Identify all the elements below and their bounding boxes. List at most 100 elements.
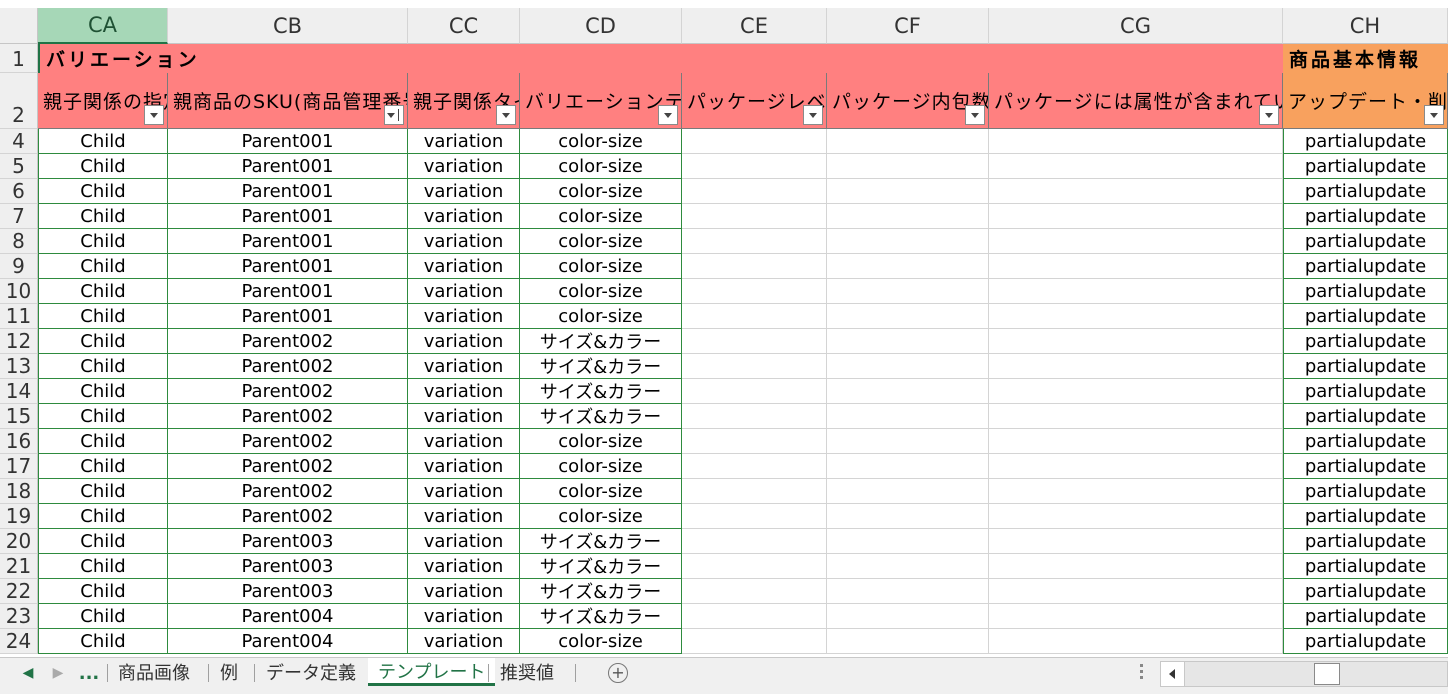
cell-cd[interactable]: color-size	[520, 279, 682, 304]
cell-ch[interactable]: partialupdate	[1283, 304, 1448, 329]
cell-cc[interactable]: variation	[408, 279, 520, 304]
cell-cf[interactable]	[827, 129, 989, 154]
row-header[interactable]: 4	[0, 129, 38, 154]
horizontal-scrollbar[interactable]	[1160, 661, 1448, 687]
cell-ca[interactable]: Child	[38, 454, 168, 479]
cell-ca[interactable]: Child	[38, 429, 168, 454]
cell-cb[interactable]: Parent002	[168, 329, 408, 354]
cell-cb[interactable]: Parent002	[168, 379, 408, 404]
tab-data-definition[interactable]: データ定義	[256, 658, 366, 686]
cell-cg[interactable]	[989, 379, 1283, 404]
cell-ca[interactable]: Child	[38, 329, 168, 354]
header-cell-variation-theme[interactable]: バリエーションテーマ	[520, 73, 682, 129]
cell-ce[interactable]	[682, 429, 827, 454]
cell-cg[interactable]	[989, 154, 1283, 179]
row-header[interactable]: 16	[0, 429, 38, 454]
cell-ch[interactable]: partialupdate	[1283, 354, 1448, 379]
row-header[interactable]: 21	[0, 554, 38, 579]
cell-cd[interactable]: サイズ&カラー	[520, 554, 682, 579]
cell-cb[interactable]: Parent002	[168, 504, 408, 529]
cell-cd[interactable]: サイズ&カラー	[520, 329, 682, 354]
column-header-cb[interactable]: CB	[168, 8, 408, 44]
cell-cd[interactable]: サイズ&カラー	[520, 604, 682, 629]
cell-cd[interactable]: サイズ&カラー	[520, 579, 682, 604]
cell-cb[interactable]: Parent004	[168, 604, 408, 629]
row-header[interactable]: 13	[0, 354, 38, 379]
cell-cb[interactable]: Parent001	[168, 179, 408, 204]
cell-cg[interactable]	[989, 254, 1283, 279]
cell-cc[interactable]: variation	[408, 229, 520, 254]
cell-cb[interactable]: Parent002	[168, 404, 408, 429]
cell-ch[interactable]: partialupdate	[1283, 229, 1448, 254]
splitter-handle-icon[interactable]	[1140, 664, 1144, 682]
cell-cf[interactable]	[827, 404, 989, 429]
cell-ce[interactable]	[682, 579, 827, 604]
cell-cc[interactable]: variation	[408, 254, 520, 279]
cell-ch[interactable]: partialupdate	[1283, 429, 1448, 454]
cell-cf[interactable]	[827, 204, 989, 229]
cell-ce[interactable]	[682, 454, 827, 479]
cell-ce[interactable]	[682, 479, 827, 504]
row-header[interactable]: 17	[0, 454, 38, 479]
more-tabs-button[interactable]: ...	[76, 658, 102, 688]
cell-cg[interactable]	[989, 129, 1283, 154]
cell-cg[interactable]	[989, 354, 1283, 379]
cell-cf[interactable]	[827, 579, 989, 604]
cell-ce[interactable]	[682, 629, 827, 654]
cell-cd[interactable]: サイズ&カラー	[520, 404, 682, 429]
cell-cb[interactable]: Parent002	[168, 479, 408, 504]
cell-ce[interactable]	[682, 554, 827, 579]
cell-ce[interactable]	[682, 529, 827, 554]
cell-cf[interactable]	[827, 329, 989, 354]
cell-cd[interactable]: サイズ&カラー	[520, 379, 682, 404]
cell-cf[interactable]	[827, 429, 989, 454]
cell-ce[interactable]	[682, 604, 827, 629]
cell-ce[interactable]	[682, 154, 827, 179]
cell-ce[interactable]	[682, 129, 827, 154]
tab-product-images[interactable]: 商品画像	[108, 658, 200, 686]
cell-cc[interactable]: variation	[408, 204, 520, 229]
cell-cb[interactable]: Parent003	[168, 579, 408, 604]
variation-section-band[interactable]: バリエーション	[38, 44, 1283, 73]
cell-cf[interactable]	[827, 379, 989, 404]
cell-ce[interactable]	[682, 254, 827, 279]
cell-cd[interactable]: color-size	[520, 479, 682, 504]
column-header-ce[interactable]: CE	[682, 8, 827, 44]
cell-cg[interactable]	[989, 529, 1283, 554]
cell-ch[interactable]: partialupdate	[1283, 254, 1448, 279]
cell-cc[interactable]: variation	[408, 554, 520, 579]
row-header[interactable]: 7	[0, 204, 38, 229]
add-sheet-icon[interactable]: +	[608, 663, 628, 683]
select-all-corner[interactable]	[0, 8, 38, 44]
cell-cc[interactable]: variation	[408, 354, 520, 379]
cell-cb[interactable]: Parent002	[168, 354, 408, 379]
row-header[interactable]: 6	[0, 179, 38, 204]
cell-cb[interactable]: Parent002	[168, 429, 408, 454]
filter-dropdown-icon[interactable]	[1424, 105, 1444, 125]
cell-cf[interactable]	[827, 604, 989, 629]
cell-cb[interactable]: Parent001	[168, 279, 408, 304]
cell-ce[interactable]	[682, 179, 827, 204]
cell-cg[interactable]	[989, 579, 1283, 604]
cell-ch[interactable]: partialupdate	[1283, 604, 1448, 629]
cell-ca[interactable]: Child	[38, 629, 168, 654]
cell-cd[interactable]: color-size	[520, 504, 682, 529]
header-cell-relationship-type[interactable]: 親子関係タイプ	[408, 73, 520, 129]
column-header-cg[interactable]: CG	[989, 8, 1283, 44]
cell-cd[interactable]: サイズ&カラー	[520, 529, 682, 554]
cell-cg[interactable]	[989, 604, 1283, 629]
cell-cg[interactable]	[989, 304, 1283, 329]
cell-cd[interactable]: color-size	[520, 179, 682, 204]
row-header[interactable]: 24	[0, 629, 38, 654]
cell-ca[interactable]: Child	[38, 304, 168, 329]
cell-ch[interactable]: partialupdate	[1283, 404, 1448, 429]
cell-ch[interactable]: partialupdate	[1283, 329, 1448, 354]
cell-cc[interactable]: variation	[408, 579, 520, 604]
tab-example[interactable]: 例	[210, 658, 248, 686]
header-cell-package-attributes[interactable]: パッケージには属性が含まれています	[989, 73, 1283, 129]
column-header-ca[interactable]: CA	[38, 8, 168, 44]
column-header-cf[interactable]: CF	[827, 8, 989, 44]
cell-cc[interactable]: variation	[408, 329, 520, 354]
cell-cd[interactable]: color-size	[520, 254, 682, 279]
cell-ca[interactable]: Child	[38, 529, 168, 554]
